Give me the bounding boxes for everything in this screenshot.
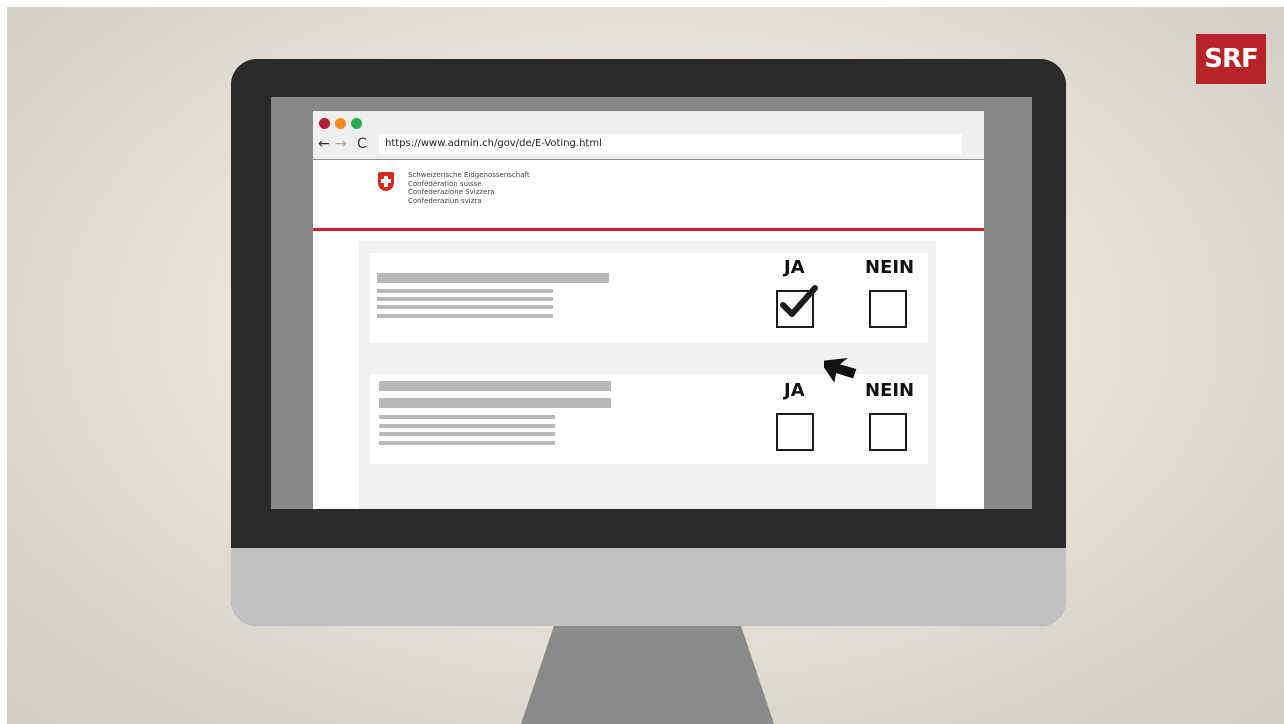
- srf-logo: SRF: [1196, 34, 1266, 84]
- question-text-placeholder: [379, 441, 555, 445]
- monitor-screen: ← → C https://www.admin.ch/gov/de/E-Voti…: [271, 97, 1032, 509]
- no-label: NEIN: [865, 380, 915, 401]
- ballot-panel: JA NEIN JA NEIN: [359, 241, 936, 509]
- back-arrow-icon[interactable]: ←: [318, 134, 330, 154]
- address-bar[interactable]: https://www.admin.ch/gov/de/E-Voting.htm…: [379, 134, 962, 154]
- maximize-window-button[interactable]: [351, 118, 362, 129]
- question-text-placeholder: [379, 415, 555, 419]
- question-title-placeholder: [379, 381, 611, 391]
- question-title-placeholder: [377, 273, 609, 283]
- question-title-placeholder: [379, 398, 611, 408]
- forward-arrow-icon[interactable]: →: [335, 134, 347, 154]
- monitor-stand: [521, 626, 774, 724]
- mouse-pointer-icon: [824, 357, 857, 383]
- government-name-fr: Confédération suisse: [408, 179, 482, 188]
- government-name-it: Confederazione Svizzera: [408, 188, 495, 196]
- monitor-chin: [231, 548, 1066, 626]
- close-window-button[interactable]: [319, 118, 330, 129]
- no-checkbox[interactable]: [869, 413, 907, 451]
- swiss-coat-of-arms-icon: [378, 172, 394, 191]
- government-header: Schweizerische Eidgenossenschaft Confédé…: [313, 160, 984, 228]
- no-label: NEIN: [865, 257, 915, 278]
- browser-toolbar: ← → C https://www.admin.ch/gov/de/E-Voti…: [313, 111, 984, 160]
- yes-checkbox[interactable]: [776, 285, 818, 328]
- yes-checkbox[interactable]: [776, 413, 814, 451]
- yes-label: JA: [784, 257, 805, 278]
- checkmark-icon: [780, 285, 818, 317]
- yes-label: JA: [784, 380, 805, 401]
- minimize-window-button[interactable]: [335, 118, 346, 129]
- question-text-placeholder: [377, 305, 553, 309]
- government-name-block: Schweizerische Eidgenossenschaft Confédé…: [408, 171, 530, 205]
- no-checkbox[interactable]: [869, 290, 907, 328]
- question-text-placeholder: [379, 424, 555, 428]
- question-text-placeholder: [377, 314, 553, 318]
- reload-icon[interactable]: C: [357, 134, 367, 154]
- government-name-de: Schweizerische Eidgenossenschaft: [408, 171, 530, 179]
- question-text-placeholder: [379, 432, 555, 436]
- question-text-placeholder: [377, 289, 553, 293]
- frame-border-left: [0, 0, 7, 724]
- ballot-question-1: JA NEIN: [370, 253, 928, 343]
- monitor: ← → C https://www.admin.ch/gov/de/E-Voti…: [231, 59, 1066, 626]
- browser-window: ← → C https://www.admin.ch/gov/de/E-Voti…: [313, 111, 984, 509]
- frame-border-top: [0, 0, 1284, 7]
- question-text-placeholder: [377, 297, 553, 301]
- government-name-rm: Confederaziun svizra: [408, 196, 482, 205]
- header-divider: [313, 228, 984, 231]
